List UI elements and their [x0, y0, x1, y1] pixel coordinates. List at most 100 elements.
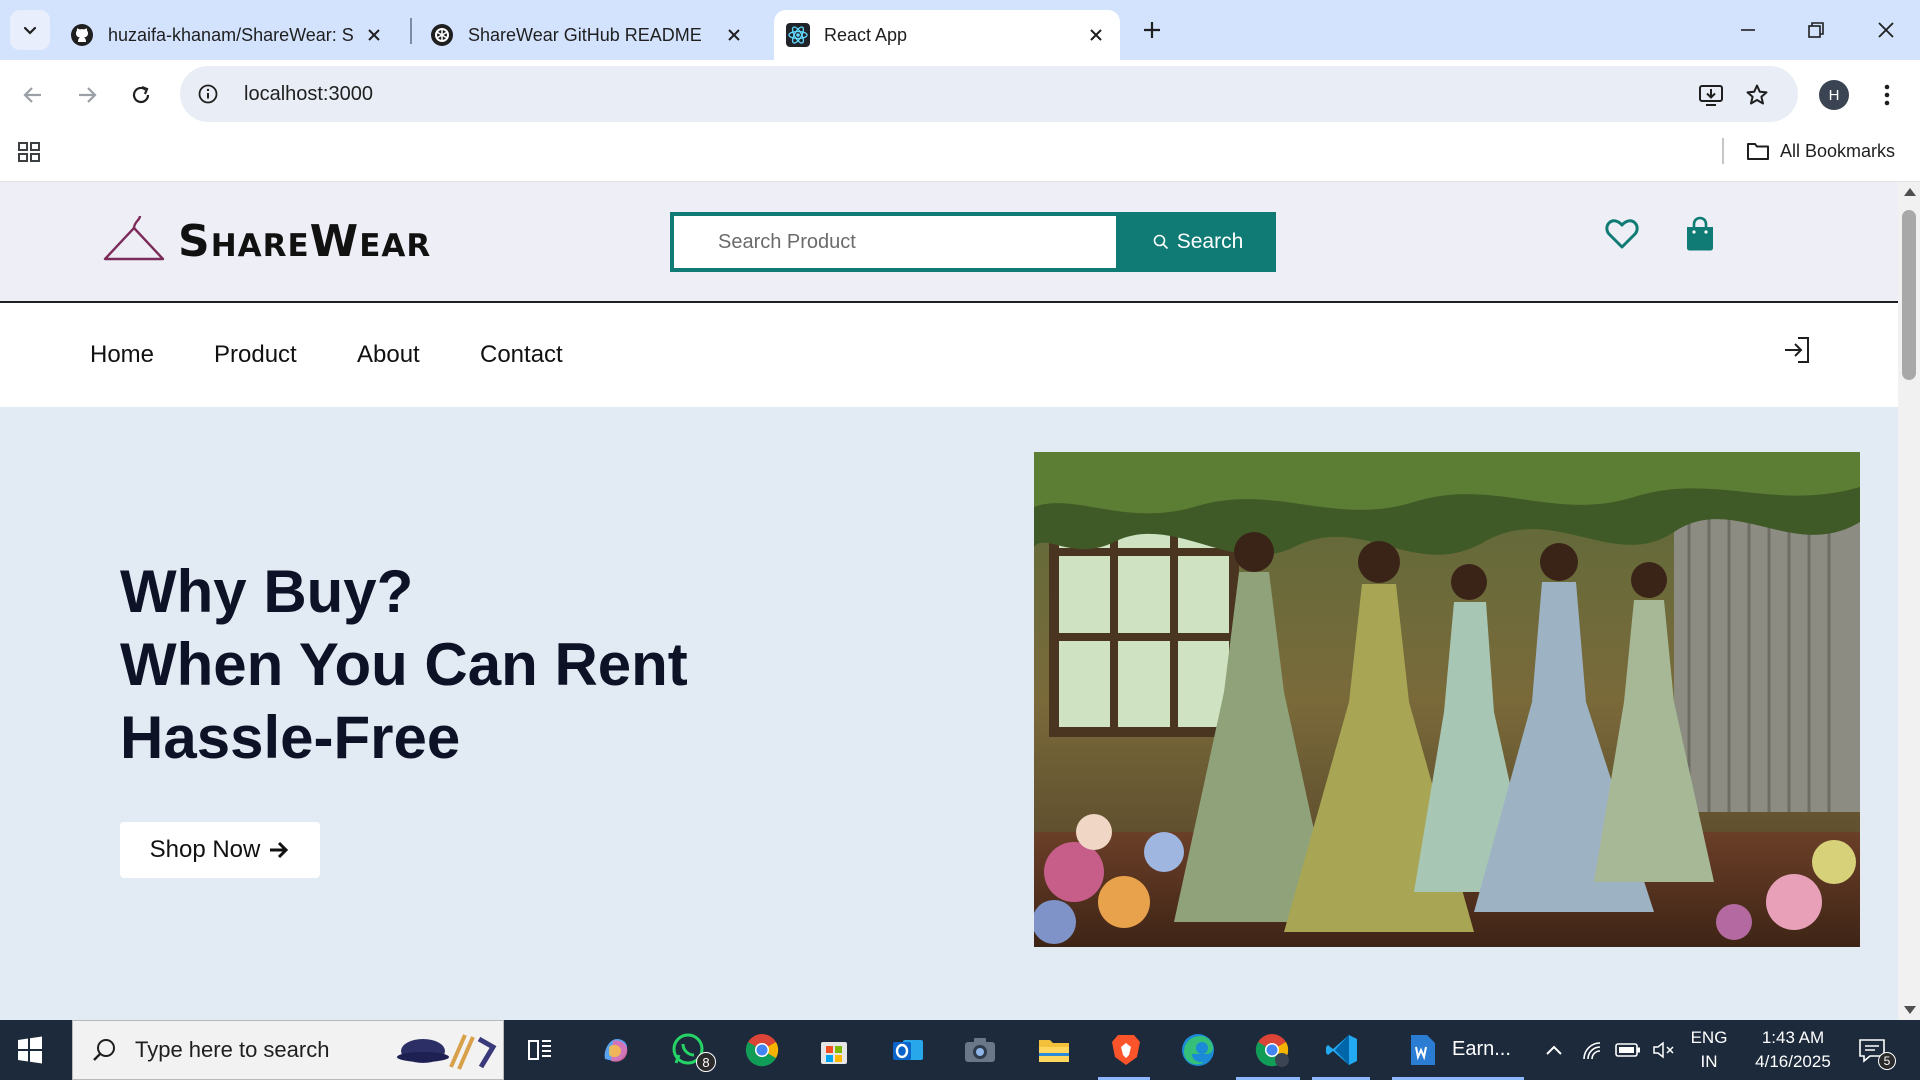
clock[interactable]: 1:43 AM 4/16/2025 [1738, 1026, 1848, 1074]
copilot-icon[interactable] [596, 1030, 636, 1070]
nav-link-home[interactable]: Home [90, 341, 154, 369]
nav-link-product[interactable]: Product [214, 341, 297, 369]
search-icon [1153, 234, 1168, 250]
tab-title: ShareWear GitHub README [468, 24, 702, 45]
search-button[interactable]: Search [1120, 212, 1276, 272]
taskbar-search[interactable]: Type here to search [72, 1020, 504, 1080]
nav-link-contact[interactable]: Contact [480, 341, 563, 369]
outlook-icon[interactable] [888, 1030, 928, 1070]
browser-menu-button[interactable] [1866, 74, 1908, 116]
reload-button[interactable] [120, 74, 162, 116]
scroll-thumb[interactable] [1902, 210, 1916, 380]
windows-taskbar: Type here to search 8 Earn... ENG IN 1:4… [0, 1020, 1920, 1080]
shopping-bag-icon[interactable] [1684, 216, 1716, 252]
star-icon [1746, 84, 1768, 105]
camera-icon[interactable] [960, 1030, 1000, 1070]
battery-icon[interactable] [1608, 1030, 1648, 1070]
back-button[interactable] [12, 74, 54, 116]
reload-icon [132, 85, 150, 104]
react-icon [786, 23, 810, 47]
close-icon[interactable] [362, 23, 386, 47]
notifications-icon[interactable]: 5 [1852, 1030, 1896, 1070]
scroll-up-arrow[interactable] [1904, 188, 1916, 196]
hero-heading-line: Hassle-Free [120, 704, 461, 771]
word-icon[interactable] [1402, 1030, 1442, 1070]
install-app-button[interactable] [1690, 74, 1732, 116]
language-indicator[interactable]: ENG IN [1684, 1026, 1734, 1074]
close-icon[interactable] [722, 23, 746, 47]
hero-section: Why Buy? When You Can Rent Hassle-Free S… [0, 407, 1898, 1020]
whatsapp-icon[interactable]: 8 [668, 1030, 716, 1072]
scroll-down-arrow[interactable] [1904, 1006, 1916, 1014]
apps-grid-icon[interactable] [16, 138, 44, 166]
site-logo[interactable]: ShareWear [102, 210, 431, 272]
vscode-icon[interactable] [1322, 1030, 1362, 1070]
word-window-label[interactable]: Earn... [1452, 1038, 1511, 1061]
logo-text: ShareWear [178, 215, 432, 267]
heart-icon[interactable] [1604, 216, 1640, 252]
search-icon [93, 1039, 115, 1061]
search-input[interactable] [670, 212, 1120, 272]
minimize-button[interactable] [1724, 10, 1772, 50]
arrow-right-icon [270, 841, 289, 859]
edge-icon[interactable] [1178, 1030, 1218, 1070]
hero-heading-line: When You Can Rent [120, 631, 688, 698]
tab-github[interactable]: huzaifa-khanam/ShareWear: Sh [58, 10, 398, 60]
site-info-icon[interactable] [194, 80, 222, 108]
site-nav: Home Product About Contact [0, 303, 1898, 407]
page-scrollbar[interactable] [1898, 182, 1920, 1020]
task-view-icon[interactable] [520, 1030, 560, 1070]
address-bar[interactable]: localhost:3000 [180, 66, 1798, 122]
language-code: ENG [1690, 1028, 1728, 1047]
hanger-icon [103, 215, 165, 261]
tab-title: React App [824, 24, 908, 45]
clock-time: 1:43 AM [1761, 1028, 1825, 1047]
arrow-left-icon [23, 87, 41, 103]
shop-now-label: Shop Now [149, 836, 261, 863]
whatsapp-badge: 8 [696, 1052, 716, 1072]
tab-separator [410, 18, 412, 44]
product-search: Search [670, 212, 1276, 272]
chevron-up-icon[interactable] [1534, 1030, 1574, 1070]
shop-now-button[interactable]: Shop Now [120, 822, 320, 878]
close-window-button[interactable] [1862, 10, 1910, 50]
wifi-icon[interactable] [1572, 1030, 1612, 1070]
all-bookmarks-label: All Bookmarks [1780, 140, 1896, 161]
new-tab-button[interactable] [1134, 12, 1170, 48]
chrome-profile-icon[interactable] [1252, 1030, 1292, 1070]
chatgpt-icon [430, 23, 454, 47]
file-explorer-icon[interactable] [1034, 1030, 1074, 1070]
clock-date: 4/16/2025 [1755, 1052, 1831, 1071]
chrome-icon[interactable] [742, 1030, 782, 1070]
region-code: IN [1700, 1052, 1718, 1071]
microsoft-store-icon[interactable] [814, 1030, 854, 1070]
tab-react-app[interactable]: React App [774, 10, 1120, 60]
folder-icon [1747, 143, 1769, 160]
install-icon [1699, 85, 1723, 106]
kebab-menu-icon [1884, 84, 1890, 106]
hero-heading: Why Buy? When You Can Rent Hassle-Free [120, 555, 688, 774]
search-highlight-icon [397, 1034, 497, 1070]
close-icon [1878, 22, 1894, 38]
hero-heading-line: Why Buy? [120, 558, 414, 625]
tab-search-button[interactable] [10, 10, 50, 50]
volume-muted-icon[interactable] [1644, 1030, 1684, 1070]
tab-readme[interactable]: ShareWear GitHub README [418, 10, 758, 60]
bookmarks-separator [1722, 138, 1724, 164]
browser-toolbar: localhost:3000 H [0, 60, 1920, 130]
bookmark-star-button[interactable] [1736, 74, 1778, 116]
nav-link-about[interactable]: About [357, 341, 420, 369]
bookmarks-bar: All Bookmarks [0, 130, 1920, 182]
minimize-icon [1741, 29, 1755, 31]
profile-avatar[interactable]: H [1819, 80, 1849, 110]
windows-start-icon[interactable] [14, 1034, 46, 1066]
brave-icon[interactable] [1106, 1030, 1146, 1070]
all-bookmarks-button[interactable]: All Bookmarks [1746, 136, 1895, 166]
search-button-label: Search [1176, 230, 1244, 253]
close-icon[interactable] [1084, 23, 1108, 47]
browser-tab-bar: huzaifa-khanam/ShareWear: Sh ShareWear G… [0, 0, 1920, 60]
forward-button[interactable] [66, 74, 108, 116]
login-icon[interactable] [1782, 335, 1812, 365]
restore-button[interactable] [1792, 10, 1840, 50]
hero-image [1034, 452, 1860, 947]
